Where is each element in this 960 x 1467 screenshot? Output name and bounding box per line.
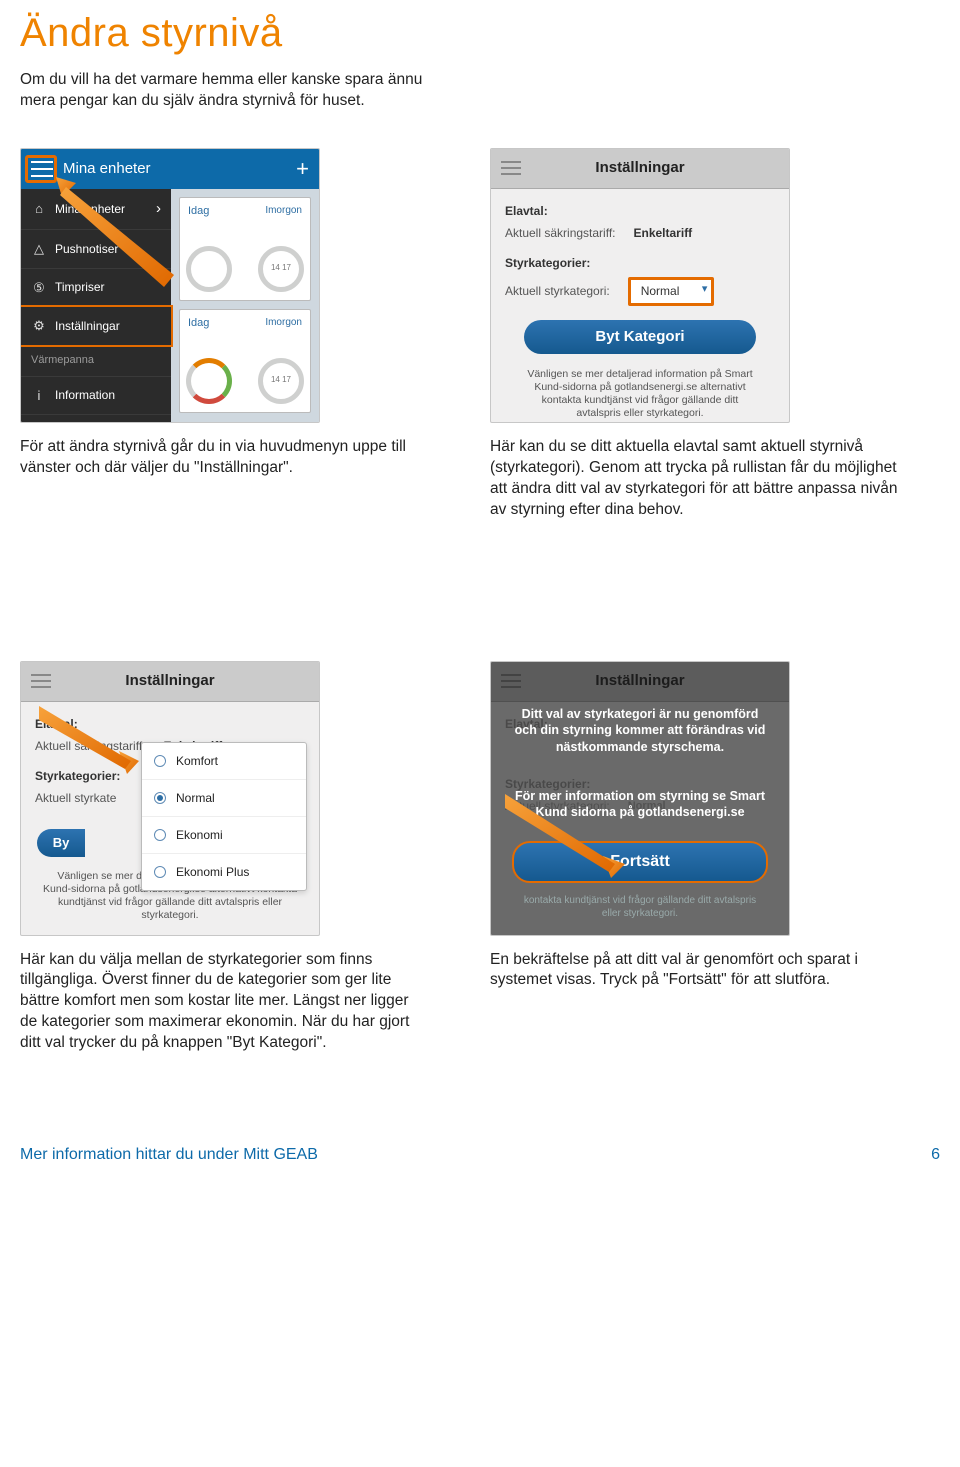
tile-label: Imorgon	[265, 204, 302, 218]
home-icon: ⌂	[31, 200, 47, 218]
callout-arrow-icon	[505, 794, 635, 884]
menu-label: Inställningar	[55, 318, 120, 334]
hamburger-icon[interactable]	[31, 674, 51, 688]
tile-label: Idag	[188, 317, 209, 329]
option-komfort[interactable]: Komfort	[142, 743, 306, 780]
gauge-ring: 14 17	[258, 358, 304, 404]
option-ekonomi-plus[interactable]: Ekonomi Plus	[142, 854, 306, 890]
label-styrkategorier: Styrkategorier:	[505, 255, 775, 271]
tiles-area: Idag Imorgon 14 17 Idag Imorgon 14 17	[171, 189, 319, 422]
caption-3: Här kan du välja mellan de styrkategorie…	[20, 950, 430, 1055]
value-tariff: Enkeltariff	[634, 225, 693, 241]
gear-icon: ⚙	[31, 317, 47, 335]
device-tile[interactable]: Idag Imorgon 14 17	[179, 309, 311, 413]
mock-3-dropdown-screenshot: Inställningar Elavtal: Aktuell säkringst…	[20, 661, 320, 936]
settings-footer-text: kontakta kundtjänst vid frågor gällande …	[491, 894, 789, 921]
header-title: Inställningar	[125, 671, 214, 691]
option-normal[interactable]: Normal	[142, 780, 306, 817]
option-ekonomi[interactable]: Ekonomi	[142, 817, 306, 854]
hamburger-icon[interactable]	[501, 161, 521, 175]
option-label: Ekonomi	[176, 827, 223, 843]
caption-4: En bekräftelse på att ditt val är genomf…	[490, 950, 900, 992]
add-icon[interactable]: +	[296, 154, 309, 184]
confirmation-message-1: Ditt val av styrkategori är nu genomförd…	[491, 706, 789, 757]
option-label: Normal	[176, 790, 215, 806]
styrkategori-popup: Komfort Normal Ekonomi Ekonomi Plus	[141, 742, 307, 892]
mock-1-menu-screenshot: Mina enheter + ⌂ Mina enheter › △ Pushno…	[20, 148, 320, 423]
mock-2-settings-screenshot: Inställningar Elavtal: Aktuell säkringst…	[490, 148, 790, 423]
menu-item-installningar[interactable]: ⚙ Inställningar	[20, 305, 173, 347]
menu-item-hjalp[interactable]: ? Hjälp	[21, 415, 171, 423]
gauge-ring: 14 17	[258, 246, 304, 292]
price-icon: ⑤	[31, 279, 47, 297]
label-elavtal: Elavtal:	[505, 203, 775, 219]
gauge-ring	[186, 358, 232, 404]
tile-label: Imorgon	[265, 316, 302, 330]
option-label: Komfort	[176, 753, 218, 769]
byt-kategori-button[interactable]: Byt Kategori	[524, 320, 756, 354]
device-tile[interactable]: Idag Imorgon 14 17	[179, 197, 311, 301]
info-icon: i	[31, 387, 47, 405]
callout-arrow-icon	[56, 177, 186, 307]
styrkategori-select[interactable]: Normal	[628, 277, 715, 305]
radio-icon	[154, 755, 166, 767]
byt-kategori-button-partial[interactable]: By	[37, 829, 85, 857]
settings-body: Elavtal: Aktuell säkringstariff: Enkelta…	[491, 189, 789, 423]
label-tariff: Aktuell säkringstariff:	[505, 225, 616, 241]
radio-icon	[154, 866, 166, 878]
menu-item-information[interactable]: i Information	[21, 377, 171, 416]
intro-text: Om du vill ha det varmare hemma eller ka…	[20, 70, 450, 112]
option-label: Ekonomi Plus	[176, 864, 249, 880]
highlight-hamburger	[25, 155, 57, 183]
callout-arrow-icon	[39, 706, 149, 786]
tile-label: Idag	[188, 205, 209, 217]
label-styrkategori: Aktuell styrkategori:	[505, 283, 610, 299]
radio-icon	[154, 829, 166, 841]
page-number: 6	[931, 1144, 940, 1166]
label-styrkategori: Aktuell styrkate	[35, 790, 116, 806]
mock-4-confirmation-screenshot: Inställningar Elavtal: Styrkategorier: A…	[490, 661, 790, 936]
bell-icon: △	[31, 240, 47, 258]
menu-subheading-varmepanna: Värmepanna	[21, 345, 171, 377]
gauge-ring	[186, 246, 232, 292]
app-header: Inställningar	[21, 662, 319, 702]
footer-link[interactable]: Mer information hittar du under Mitt GEA…	[20, 1144, 318, 1166]
caption-2: Här kan du se ditt aktuella elavtal samt…	[490, 437, 900, 521]
page-title: Ändra styrnivå	[20, 0, 940, 70]
menu-label: Information	[55, 387, 115, 403]
caption-1: För att ändra styrnivå går du in via huv…	[20, 437, 430, 479]
radio-icon	[154, 792, 166, 804]
settings-footer-text: Vänligen se mer detaljerad information p…	[505, 362, 775, 423]
app-header: Inställningar	[491, 149, 789, 189]
header-title: Inställningar	[595, 158, 684, 178]
